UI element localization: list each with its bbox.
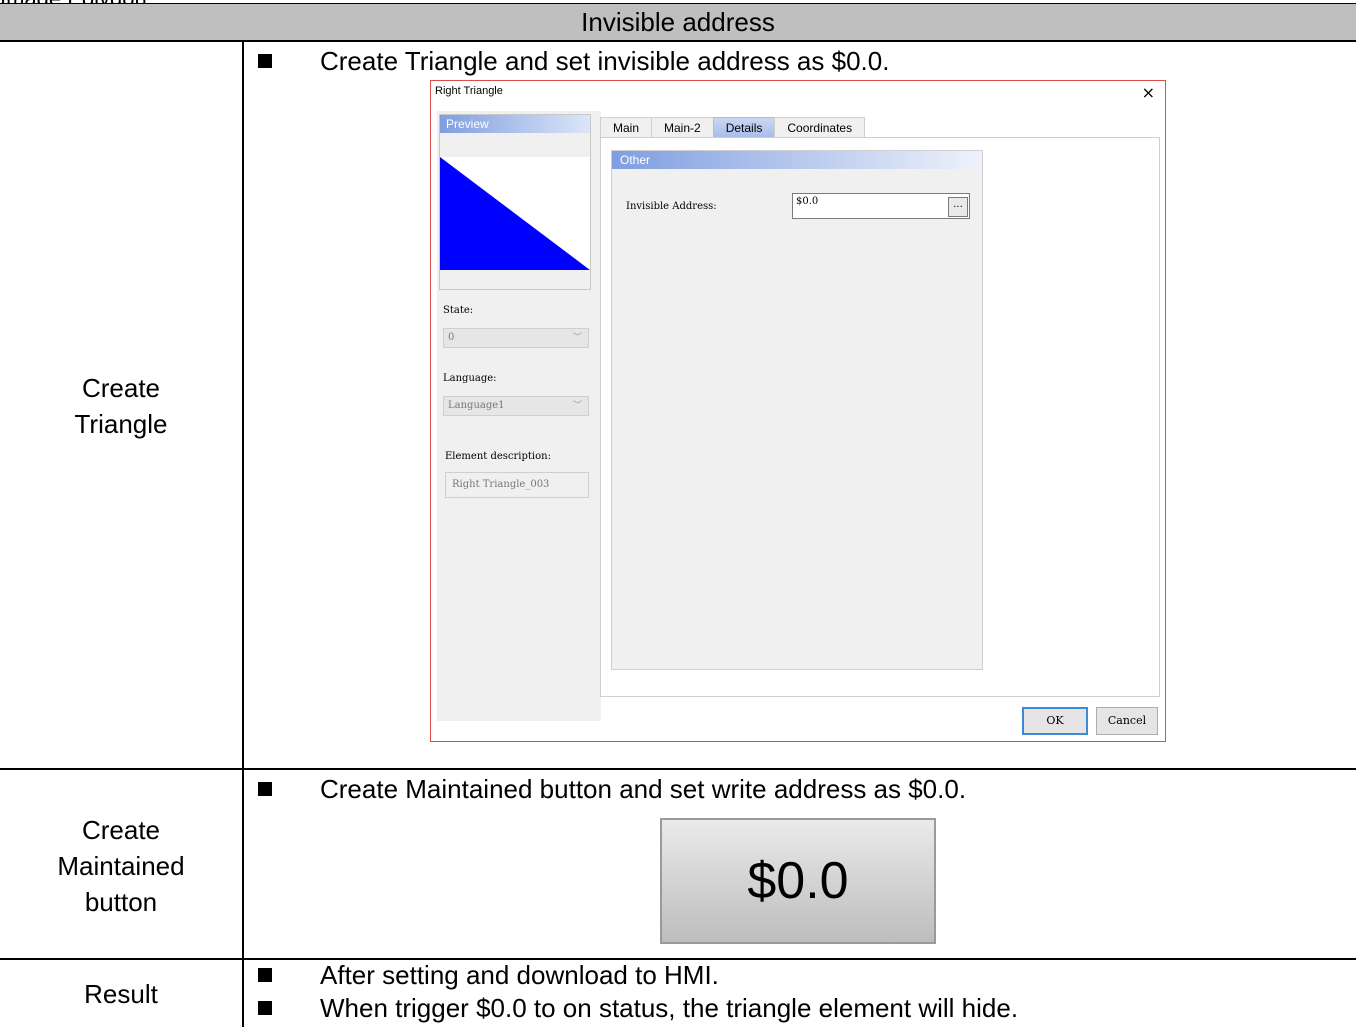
other-group-header: Other <box>612 151 982 169</box>
tab-coordinates[interactable]: Coordinates <box>774 117 866 137</box>
bullet-square-icon <box>258 782 272 796</box>
other-group: Other Invisible Address: $0.0 ... <box>611 150 983 670</box>
close-icon[interactable]: × <box>1142 83 1155 102</box>
row-label-line: Create <box>81 373 161 403</box>
bullet-text: Create Triangle and set invisible addres… <box>320 46 890 76</box>
element-description-field[interactable]: Right Triangle_003 <box>445 472 589 498</box>
element-description-label: Element description: <box>445 451 551 462</box>
dialog-tabs: Main Main-2 Details Coordinates <box>600 117 866 137</box>
row-label-line: Maintained <box>57 851 185 881</box>
cancel-button[interactable]: Cancel <box>1096 707 1158 735</box>
preview-header: Preview <box>440 115 590 133</box>
row-label-result: Result <box>84 979 158 1009</box>
triangle-preview-icon <box>440 157 590 270</box>
row3-bullet-1: After setting and download to HMI. <box>258 960 719 990</box>
row-label-line: Create <box>81 815 161 845</box>
preview-panel: Preview <box>439 114 591 290</box>
tab-main-2[interactable]: Main-2 <box>651 117 714 137</box>
chevron-down-icon: ﹀ <box>572 333 582 343</box>
table-column-divider <box>242 40 244 1027</box>
bullet-text: Create Maintained button and set write a… <box>320 774 967 804</box>
table-row-border <box>0 768 1356 770</box>
right-triangle-dialog: Right Triangle × Preview State: 0 ﹀ Lang… <box>430 80 1166 742</box>
row3-bullet-2: When trigger $0.0 to on status, the tria… <box>258 993 1018 1023</box>
bullet-square-icon <box>258 1001 272 1015</box>
row2-bullet: Create Maintained button and set write a… <box>258 774 966 804</box>
language-value: Language1 <box>448 400 505 411</box>
preview-canvas <box>440 157 590 270</box>
bullet-text: After setting and download to HMI. <box>320 960 719 990</box>
row1-bullet: Create Triangle and set invisible addres… <box>258 46 889 76</box>
chevron-down-icon: ﹀ <box>572 401 582 411</box>
bullet-square-icon <box>258 54 272 68</box>
details-tab-panel: Other Invisible Address: $0.0 ... <box>600 137 1160 697</box>
invisible-address-input[interactable]: $0.0 <box>792 193 970 219</box>
state-value: 0 <box>448 332 455 343</box>
bullet-text: When trigger $0.0 to on status, the tria… <box>320 993 1019 1023</box>
address-browse-button[interactable]: ... <box>948 197 968 217</box>
maintained-button[interactable]: $0.0 <box>660 818 936 944</box>
language-select[interactable]: Language1 ﹀ <box>443 396 589 416</box>
language-label: Language: <box>443 373 497 384</box>
row-label-create-triangle: Create Triangle <box>0 370 242 442</box>
ok-button[interactable]: OK <box>1022 707 1088 735</box>
tab-details[interactable]: Details <box>712 117 776 137</box>
row-label-line: button <box>84 887 158 917</box>
invisible-address-label: Invisible Address: <box>626 201 717 212</box>
state-label: State: <box>443 305 474 316</box>
row-label-create-maintained-button: Create Maintained button <box>0 812 242 920</box>
bullet-square-icon <box>258 968 272 982</box>
state-select[interactable]: 0 ﹀ <box>443 328 589 348</box>
tab-main[interactable]: Main <box>600 117 653 137</box>
dialog-title: Right Triangle <box>435 85 503 97</box>
row-label-line: Triangle <box>74 409 168 439</box>
table-header-title: Invisible address <box>581 7 775 37</box>
table-header-border <box>0 40 1356 42</box>
